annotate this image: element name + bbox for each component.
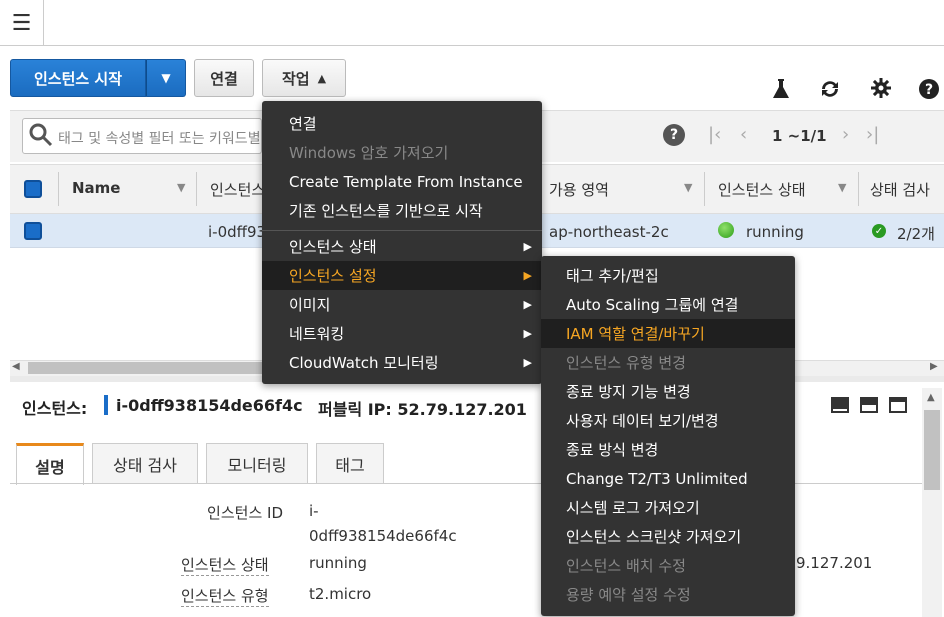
hamburger-icon[interactable]: ☰ [0, 0, 44, 46]
submenu-item-shutdown-behavior[interactable]: 종료 방식 변경 [541, 435, 795, 464]
search-placeholder: 태그 및 속성별 필터 또는 키워드별 검색 [58, 131, 262, 147]
pager-text: 1 ~1/1 [772, 127, 827, 145]
column-header-name[interactable]: Name [72, 179, 120, 197]
actions-label: 작업 [281, 69, 310, 88]
submenu-item-iam-role[interactable]: IAM 역할 연결/바꾸기 [541, 319, 795, 348]
menu-item-label: 네트워킹 [289, 325, 345, 343]
menu-item-instance-settings[interactable]: 인스턴스 설정 ▶ [262, 261, 542, 290]
submenu-arrow-icon: ▶ [523, 327, 532, 340]
horizontal-scroll-thumb[interactable] [28, 362, 268, 374]
tab-description[interactable]: 설명 [16, 443, 84, 485]
detail-title: 인스턴스: [22, 399, 88, 418]
scroll-up-icon[interactable]: ▲ [927, 392, 935, 403]
sort-caret-icon[interactable]: ▼ [684, 181, 692, 194]
field-value-instance-id-1: i- [309, 502, 319, 520]
tab-tags[interactable]: 태그 [316, 443, 384, 483]
submenu-item-system-log[interactable]: 시스템 로그 가져오기 [541, 493, 795, 522]
check-icon: ✓ [872, 224, 886, 238]
submenu-arrow-icon: ▶ [523, 269, 532, 282]
select-all-checkbox[interactable] [24, 180, 42, 198]
column-header-state[interactable]: 인스턴스 상태 [718, 179, 806, 200]
field-value-state: running [309, 554, 367, 572]
running-status-icon [718, 222, 734, 238]
first-page-icon[interactable]: |‹ [708, 124, 721, 145]
column-header-az[interactable]: 가용 영역 [549, 179, 609, 200]
menu-item-label: CloudWatch 모니터링 [289, 354, 439, 372]
help-icon[interactable]: ? [918, 78, 940, 105]
menu-item-label: 이미지 [289, 296, 331, 314]
submenu-item-change-type: 인스턴스 유형 변경 [566, 354, 686, 372]
field-label-type: 인스턴스 유형 [181, 587, 269, 607]
submenu-arrow-icon: ▶ [523, 356, 532, 369]
row-az: ap-northeast-2c [549, 223, 669, 241]
field-label-instance-id: 인스턴스 ID [207, 504, 283, 522]
detail-instance-id: i-0dff938154de66f4c [116, 396, 303, 415]
selection-bar [104, 395, 108, 415]
prev-page-icon[interactable]: ‹ [740, 124, 747, 145]
caret-down-icon: ▼ [161, 71, 171, 85]
layout-top-icon[interactable] [889, 397, 907, 413]
field-label-state: 인스턴스 상태 [181, 556, 269, 576]
submenu-arrow-icon: ▶ [523, 298, 532, 311]
submenu-item-placement: 인스턴스 배치 수정 [566, 557, 686, 575]
submenu-item-auto-scaling[interactable]: Auto Scaling 그룹에 연결 [541, 290, 795, 319]
sort-caret-icon[interactable]: ▼ [838, 181, 846, 194]
menu-item-label: 인스턴스 설정 [289, 267, 377, 285]
submenu-item-capacity-reservation: 용량 예약 설정 수정 [566, 586, 691, 604]
menu-item-connect[interactable]: 연결 [262, 109, 542, 138]
row-checkbox[interactable] [24, 222, 42, 240]
menu-item-windows-password: Windows 암호 가져오기 [289, 144, 449, 162]
refresh-icon[interactable] [818, 78, 842, 105]
menu-item-networking[interactable]: 네트워킹 ▶ [262, 319, 542, 348]
caret-up-icon: ▲ [317, 71, 327, 85]
next-page-icon[interactable]: › [842, 124, 849, 145]
launch-instance-button[interactable]: 인스턴스 시작 [10, 59, 146, 97]
submenu-item-tags[interactable]: 태그 추가/편집 [541, 261, 795, 290]
menu-item-label: 인스턴스 상태 [289, 238, 377, 256]
row-instance-id: i-0dff938154de66f4c [208, 223, 264, 241]
connect-button[interactable]: 연결 [194, 59, 254, 97]
menu-item-image[interactable]: 이미지 ▶ [262, 290, 542, 319]
tab-status-checks[interactable]: 상태 검사 [92, 443, 198, 483]
menu-item-create-template[interactable]: Create Template From Instance [262, 167, 542, 196]
field-value-type: t2.micro [309, 585, 372, 603]
menu-item-cloudwatch[interactable]: CloudWatch 모니터링 ▶ [262, 348, 542, 377]
layout-bottom-icon[interactable] [831, 397, 849, 413]
svg-text:?: ? [925, 82, 933, 98]
field-value-instance-id-2: 0dff938154de66f4c [309, 527, 457, 545]
submenu-item-termination-protection[interactable]: 종료 방지 기능 변경 [541, 377, 795, 406]
last-page-icon[interactable]: ›| [866, 124, 879, 145]
gear-icon[interactable] [871, 78, 891, 103]
actions-button[interactable]: 작업 ▲ [262, 59, 346, 97]
detail-public-ip: 퍼블릭 IP: 52.79.127.201 [318, 400, 527, 419]
search-icon [28, 122, 54, 148]
row-status-checks: 2/2개 [897, 225, 935, 243]
menu-item-instance-state[interactable]: 인스턴스 상태 ▶ [262, 232, 542, 261]
column-header-status-checks[interactable]: 상태 검사 [870, 179, 930, 200]
vertical-scroll-thumb[interactable] [924, 410, 940, 490]
scroll-left-icon[interactable]: ◀ [12, 361, 20, 372]
menu-item-launch-more-like-this[interactable]: 기존 인스턴스를 기반으로 시작 [262, 196, 542, 225]
instance-settings-submenu: 태그 추가/편집 Auto Scaling 그룹에 연결 IAM 역할 연결/바… [541, 256, 795, 616]
submenu-item-user-data[interactable]: 사용자 데이터 보기/변경 [541, 406, 795, 435]
flask-icon[interactable] [771, 78, 791, 105]
submenu-item-screenshot[interactable]: 인스턴스 스크린샷 가져오기 [541, 522, 795, 551]
sort-caret-icon[interactable]: ▼ [177, 181, 185, 194]
submenu-item-t2-unlimited[interactable]: Change T2/T3 Unlimited [541, 464, 795, 493]
top-bar [0, 0, 944, 46]
tab-monitoring[interactable]: 모니터링 [206, 443, 308, 483]
filter-help-icon[interactable]: ? [663, 124, 685, 146]
scroll-right-icon[interactable]: ▶ [930, 361, 938, 372]
row-state: running [746, 223, 804, 241]
submenu-arrow-icon: ▶ [523, 240, 532, 253]
field-value-public-ip-partial: 9.127.201 [796, 554, 873, 572]
actions-menu: 연결 Windows 암호 가져오기 Create Template From … [262, 101, 542, 384]
layout-half-icon[interactable] [860, 397, 878, 413]
launch-dropdown-button[interactable]: ▼ [146, 59, 186, 97]
